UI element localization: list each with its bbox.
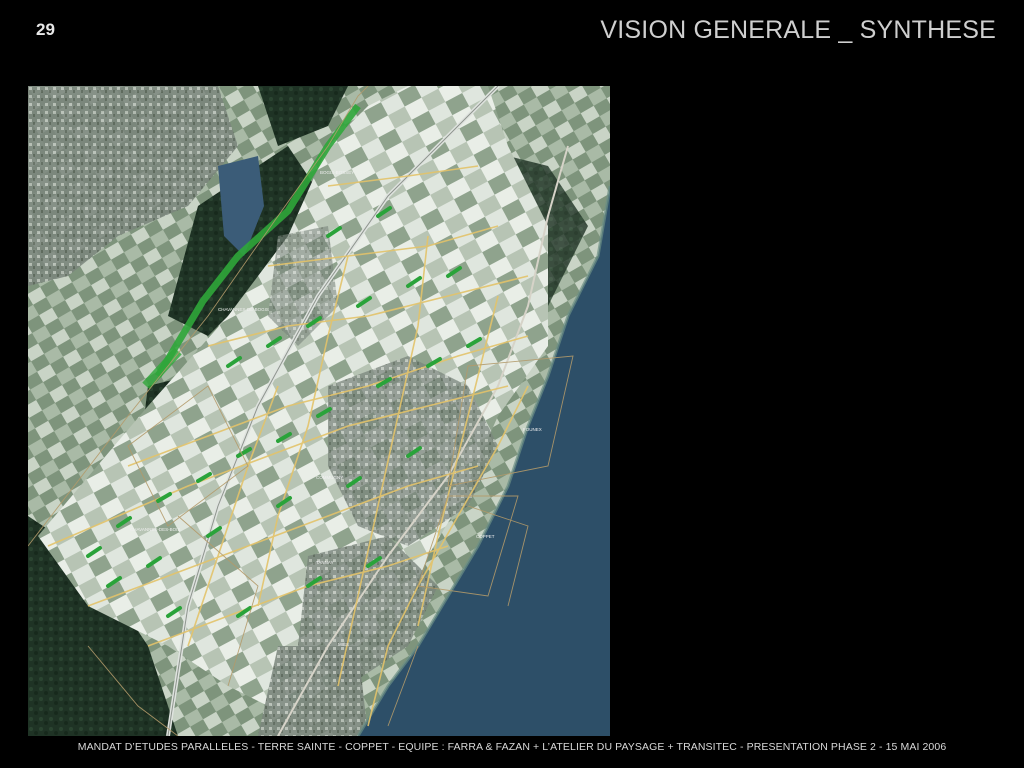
map-label-tannay: TANNAY [316, 560, 334, 565]
map-label-coppet: COPPET [476, 534, 495, 539]
map-label-chavannes-des-bois: CHAVANNES-DES-BOIS [130, 527, 180, 532]
map-label-bogis-bossey: BOGIS-BOSSEY [320, 170, 354, 175]
page-number: 29 [36, 20, 55, 39]
slide-title: VISION GENERALE _ SYNTHESE [600, 16, 996, 44]
aerial-map-canvas: BOGIS-BOSSEY CHAVANNES-DE-BOGIS COMMUGNY… [28, 86, 610, 736]
aerial-map[interactable]: BOGIS-BOSSEY CHAVANNES-DE-BOGIS COMMUGNY… [28, 86, 610, 736]
map-label-mies: MIES [338, 642, 349, 647]
map-label-commugny: COMMUGNY [316, 475, 343, 480]
map-label-founex: FOUNEX [523, 427, 542, 432]
footer-credits: MANDAT D’ETUDES PARALLELES - TERRE SAINT… [77, 741, 947, 753]
map-label-chavannes-de-bogis: CHAVANNES-DE-BOGIS [218, 307, 269, 312]
